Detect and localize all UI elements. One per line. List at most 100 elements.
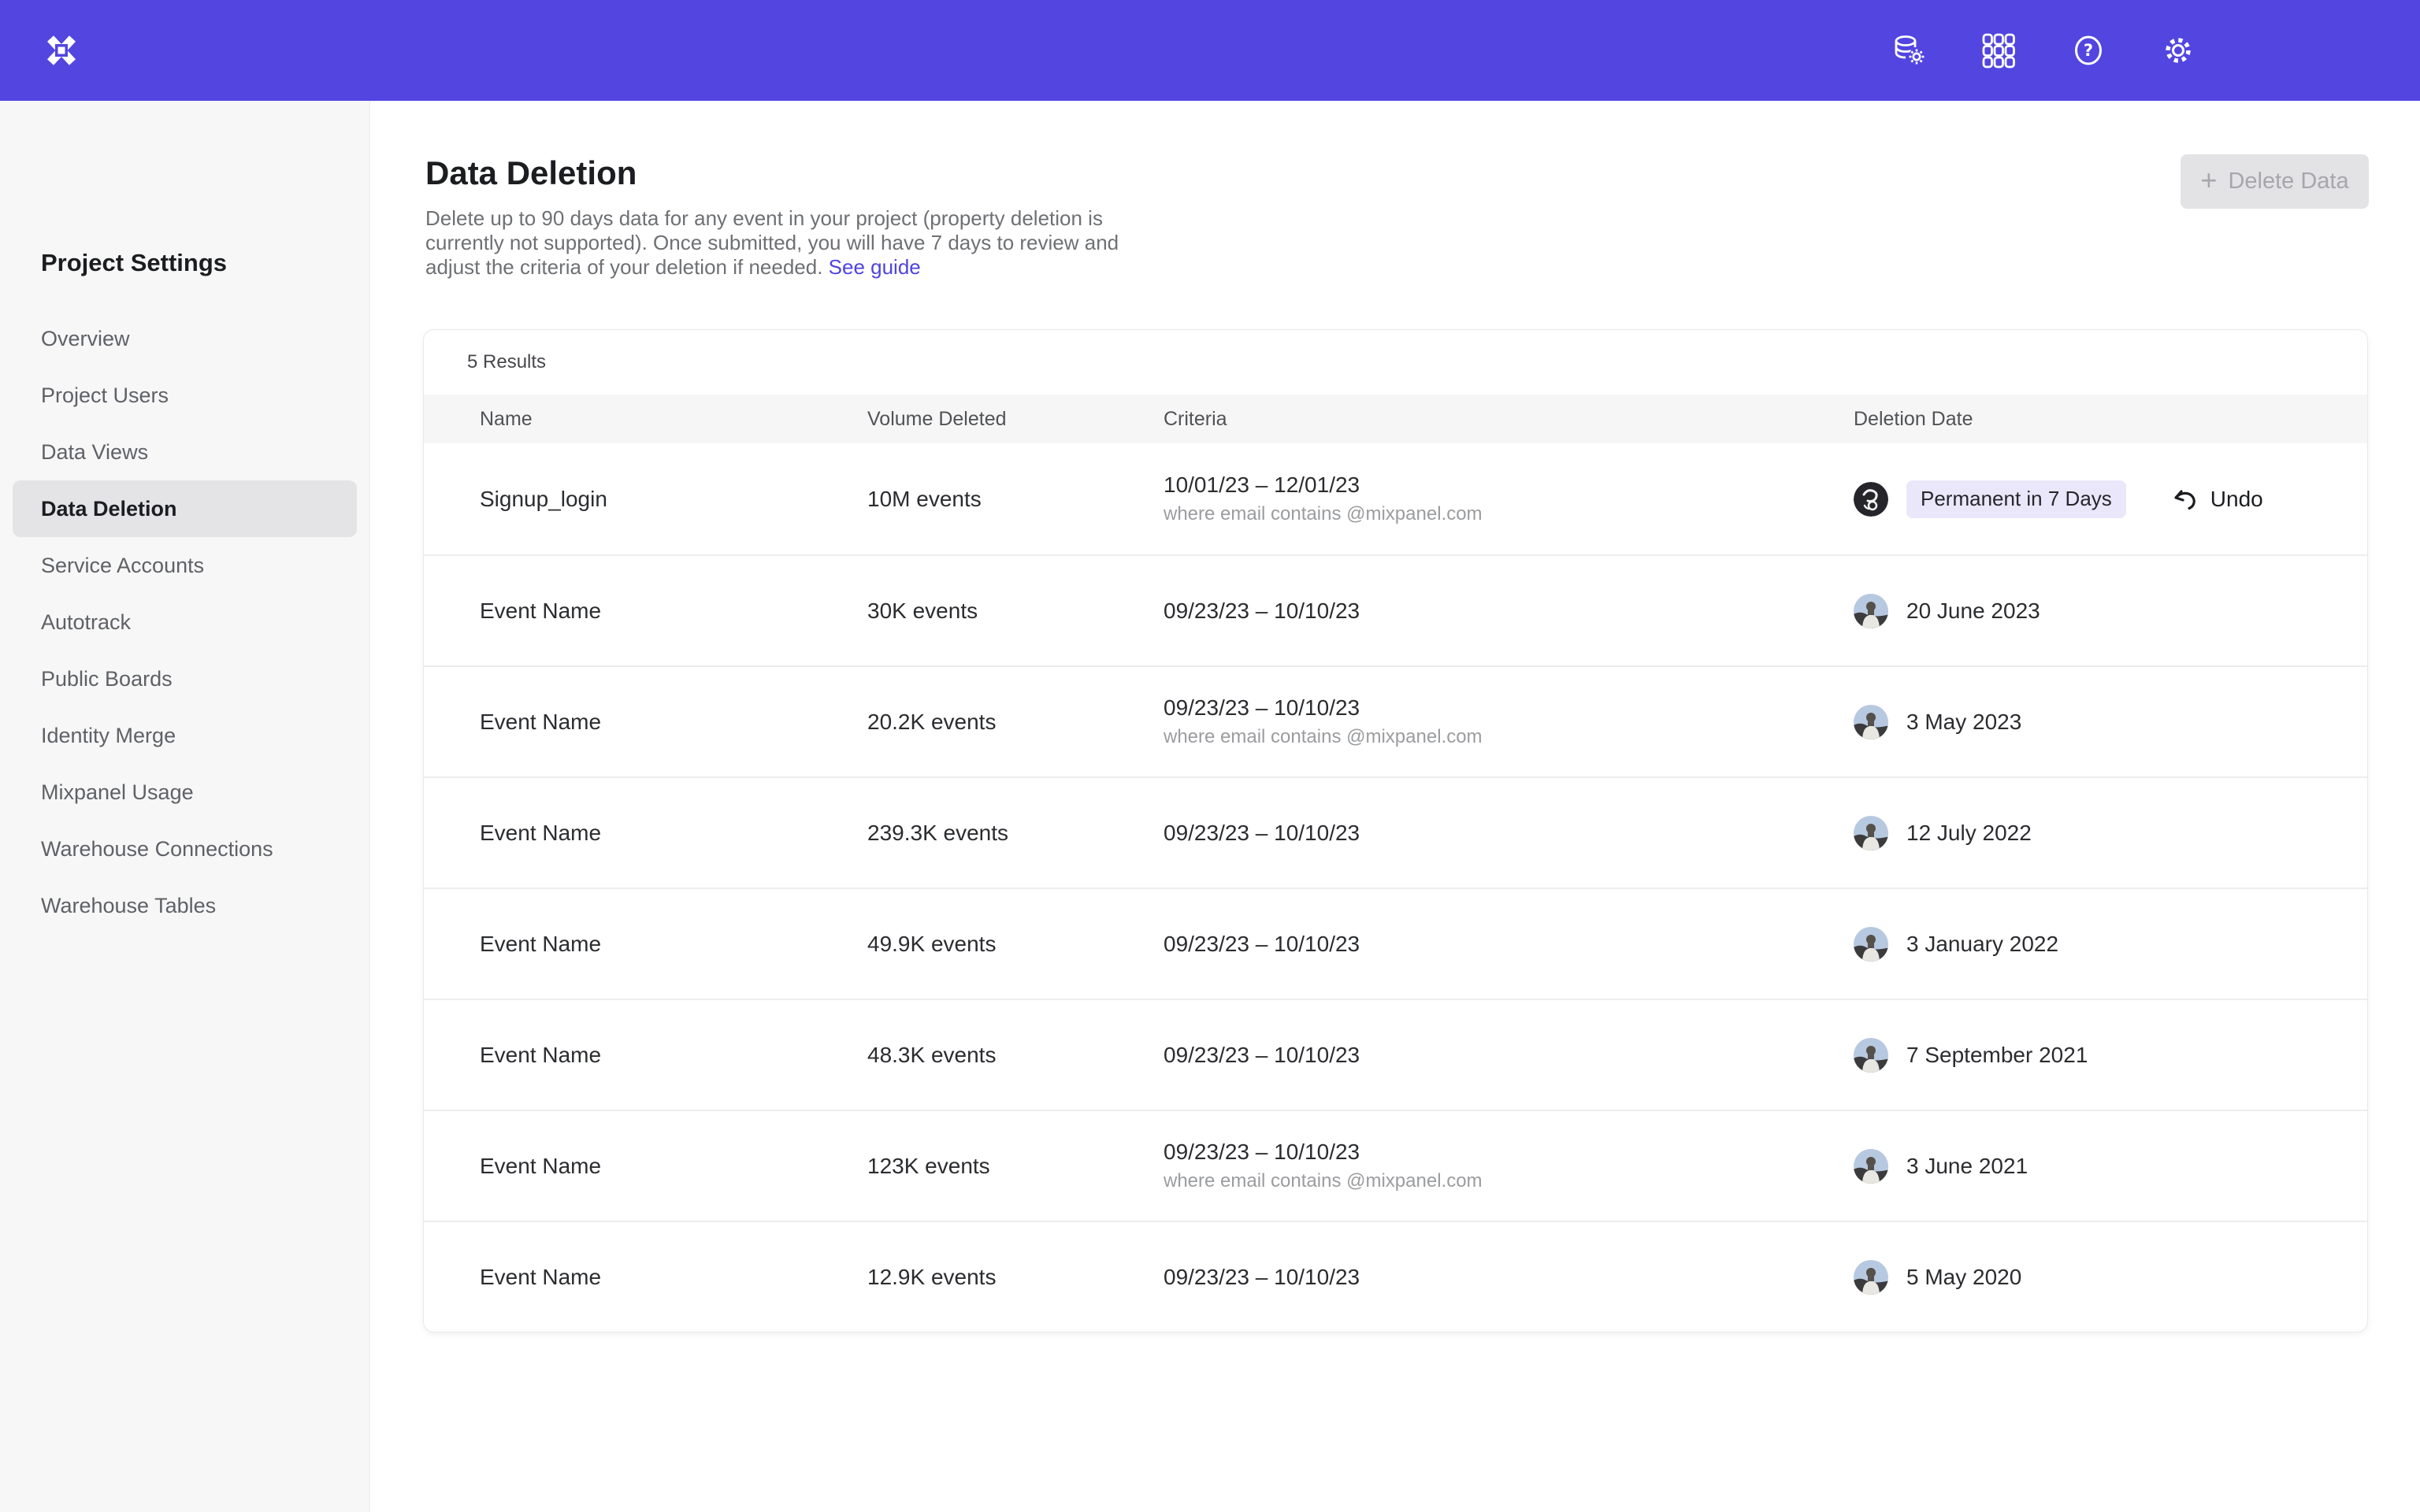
event-name: Event Name bbox=[480, 821, 867, 846]
sidebar-item-mixpanel-usage[interactable]: Mixpanel Usage bbox=[13, 764, 357, 821]
criteria-cell: 09/23/23 – 10/10/23 bbox=[1164, 932, 1854, 957]
user-avatar bbox=[1854, 927, 1888, 962]
sidebar-item-service-accounts[interactable]: Service Accounts bbox=[13, 537, 357, 594]
project-settings-sidebar: Project Settings Overview Project Users … bbox=[0, 101, 370, 1512]
undo-icon bbox=[2170, 484, 2200, 514]
deletion-date-cell: 12 July 2022 bbox=[1854, 816, 2367, 850]
table-header-row: Name Volume Deleted Criteria Deletion Da… bbox=[424, 395, 2367, 443]
svg-text:?: ? bbox=[2084, 41, 2093, 60]
criteria-cell: 09/23/23 – 10/10/23 bbox=[1164, 598, 1854, 624]
volume-deleted: 48.3K events bbox=[867, 1043, 1164, 1068]
deletion-date-cell: 3 June 2021 bbox=[1854, 1149, 2367, 1184]
sidebar-item-warehouse-connections[interactable]: Warehouse Connections bbox=[13, 821, 357, 877]
criteria-date-range: 09/23/23 – 10/10/23 bbox=[1164, 821, 1854, 846]
topbar-icon-group: ? bbox=[1891, 0, 2196, 101]
criteria-date-range: 09/23/23 – 10/10/23 bbox=[1164, 1043, 1854, 1068]
user-avatar bbox=[1854, 816, 1888, 850]
table-row: Event Name 12.9K events 09/23/23 – 10/10… bbox=[424, 1221, 2367, 1332]
criteria-cell: 09/23/23 – 10/10/23 where email contains… bbox=[1164, 695, 1854, 748]
event-name: Event Name bbox=[480, 1043, 867, 1068]
table-row: Event Name 239.3K events 09/23/23 – 10/1… bbox=[424, 776, 2367, 888]
event-name: Event Name bbox=[480, 1265, 867, 1290]
sidebar-item-data-views[interactable]: Data Views bbox=[13, 424, 357, 480]
table-row: Event Name 49.9K events 09/23/23 – 10/10… bbox=[424, 888, 2367, 999]
volume-deleted: 30K events bbox=[867, 598, 1164, 624]
table-row: Signup_login 10M events 10/01/23 – 12/01… bbox=[424, 443, 2367, 554]
user-avatar bbox=[1854, 594, 1888, 628]
delete-data-button[interactable]: + Delete Data bbox=[2181, 154, 2369, 209]
table-row: Event Name 20.2K events 09/23/23 – 10/10… bbox=[424, 665, 2367, 776]
criteria-date-range: 09/23/23 – 10/10/23 bbox=[1164, 695, 1854, 721]
criteria-cell: 09/23/23 – 10/10/23 bbox=[1164, 821, 1854, 846]
delete-data-button-label: Delete Data bbox=[2228, 169, 2348, 195]
deletion-date: 3 May 2023 bbox=[1906, 710, 2021, 735]
criteria-date-range: 09/23/23 – 10/10/23 bbox=[1164, 932, 1854, 957]
column-header-criteria: Criteria bbox=[1164, 408, 1854, 431]
criteria-date-range: 09/23/23 – 10/10/23 bbox=[1164, 1140, 1854, 1165]
deletion-date: 7 September 2021 bbox=[1906, 1043, 2088, 1068]
criteria-date-range: 09/23/23 – 10/10/23 bbox=[1164, 1265, 1854, 1290]
column-header-volume-deleted: Volume Deleted bbox=[867, 408, 1164, 431]
criteria-filter: where email contains @mixpanel.com bbox=[1164, 726, 1854, 748]
mixpanel-logo-icon[interactable] bbox=[44, 33, 79, 68]
undo-label: Undo bbox=[2210, 487, 2263, 512]
user-avatar bbox=[1854, 482, 1888, 517]
sidebar-item-project-users[interactable]: Project Users bbox=[13, 367, 357, 424]
permanent-status-badge: Permanent in 7 Days bbox=[1906, 480, 2126, 518]
criteria-cell: 09/23/23 – 10/10/23 bbox=[1164, 1265, 1854, 1290]
page-description-text: Delete up to 90 days data for any event … bbox=[425, 206, 1119, 279]
sidebar-item-data-deletion[interactable]: Data Deletion bbox=[13, 480, 357, 537]
deletion-requests-card: 5 Results Name Volume Deleted Criteria D… bbox=[423, 329, 2368, 1332]
criteria-date-range: 10/01/23 – 12/01/23 bbox=[1164, 472, 1854, 498]
criteria-cell: 09/23/23 – 10/10/23 where email contains… bbox=[1164, 1140, 1854, 1192]
settings-icon[interactable] bbox=[2160, 32, 2196, 69]
criteria-cell: 10/01/23 – 12/01/23 where email contains… bbox=[1164, 472, 1854, 525]
deletion-date-cell: 7 September 2021 bbox=[1854, 1038, 2367, 1073]
top-navigation-bar: ? bbox=[0, 0, 2420, 101]
sidebar-item-overview[interactable]: Overview bbox=[13, 310, 357, 367]
user-avatar bbox=[1854, 1038, 1888, 1073]
column-header-deletion-date: Deletion Date bbox=[1854, 408, 2367, 431]
event-name: Event Name bbox=[480, 710, 867, 735]
user-avatar bbox=[1854, 705, 1888, 739]
undo-button[interactable]: Undo bbox=[2170, 484, 2263, 514]
plus-icon: + bbox=[2200, 166, 2217, 195]
criteria-date-range: 09/23/23 – 10/10/23 bbox=[1164, 598, 1854, 624]
deletion-date-cell: Permanent in 7 Days Undo bbox=[1854, 480, 2367, 518]
deletion-date-cell: 5 May 2020 bbox=[1854, 1260, 2367, 1295]
table-row: Event Name 48.3K events 09/23/23 – 10/10… bbox=[424, 999, 2367, 1110]
volume-deleted: 239.3K events bbox=[867, 821, 1164, 846]
sidebar-item-public-boards[interactable]: Public Boards bbox=[13, 650, 357, 707]
volume-deleted: 12.9K events bbox=[867, 1265, 1164, 1290]
criteria-filter: where email contains @mixpanel.com bbox=[1164, 1170, 1854, 1192]
page-title: Data Deletion bbox=[425, 154, 637, 192]
results-count: 5 Results bbox=[424, 330, 2367, 395]
criteria-cell: 09/23/23 – 10/10/23 bbox=[1164, 1043, 1854, 1068]
user-avatar bbox=[1854, 1260, 1888, 1295]
event-name: Event Name bbox=[480, 1154, 867, 1179]
sidebar-nav: Overview Project Users Data Views Data D… bbox=[13, 310, 357, 934]
sidebar-title: Project Settings bbox=[41, 249, 227, 277]
table-row: Event Name 123K events 09/23/23 – 10/10/… bbox=[424, 1110, 2367, 1221]
deletion-date-cell: 3 May 2023 bbox=[1854, 705, 2367, 739]
deletion-date: 20 June 2023 bbox=[1906, 598, 2040, 624]
event-name: Event Name bbox=[480, 598, 867, 624]
sidebar-item-identity-merge[interactable]: Identity Merge bbox=[13, 707, 357, 764]
deletion-date: 3 June 2021 bbox=[1906, 1154, 2028, 1179]
apps-grid-icon[interactable] bbox=[1980, 32, 2017, 69]
sidebar-item-warehouse-tables[interactable]: Warehouse Tables bbox=[13, 877, 357, 934]
volume-deleted: 10M events bbox=[867, 487, 1164, 512]
event-name: Signup_login bbox=[480, 487, 867, 512]
sidebar-item-autotrack[interactable]: Autotrack bbox=[13, 594, 357, 650]
deletion-date-cell: 3 January 2022 bbox=[1854, 927, 2367, 962]
criteria-filter: where email contains @mixpanel.com bbox=[1164, 503, 1854, 525]
deletion-date: 12 July 2022 bbox=[1906, 821, 2032, 846]
data-settings-icon[interactable] bbox=[1891, 32, 1927, 69]
column-header-name: Name bbox=[480, 408, 867, 431]
table-row: Event Name 30K events 09/23/23 – 10/10/2… bbox=[424, 554, 2367, 665]
user-avatar bbox=[1854, 1149, 1888, 1184]
deletion-date: 5 May 2020 bbox=[1906, 1265, 2021, 1290]
help-icon[interactable]: ? bbox=[2070, 32, 2106, 69]
see-guide-link[interactable]: See guide bbox=[829, 255, 921, 279]
event-name: Event Name bbox=[480, 932, 867, 957]
